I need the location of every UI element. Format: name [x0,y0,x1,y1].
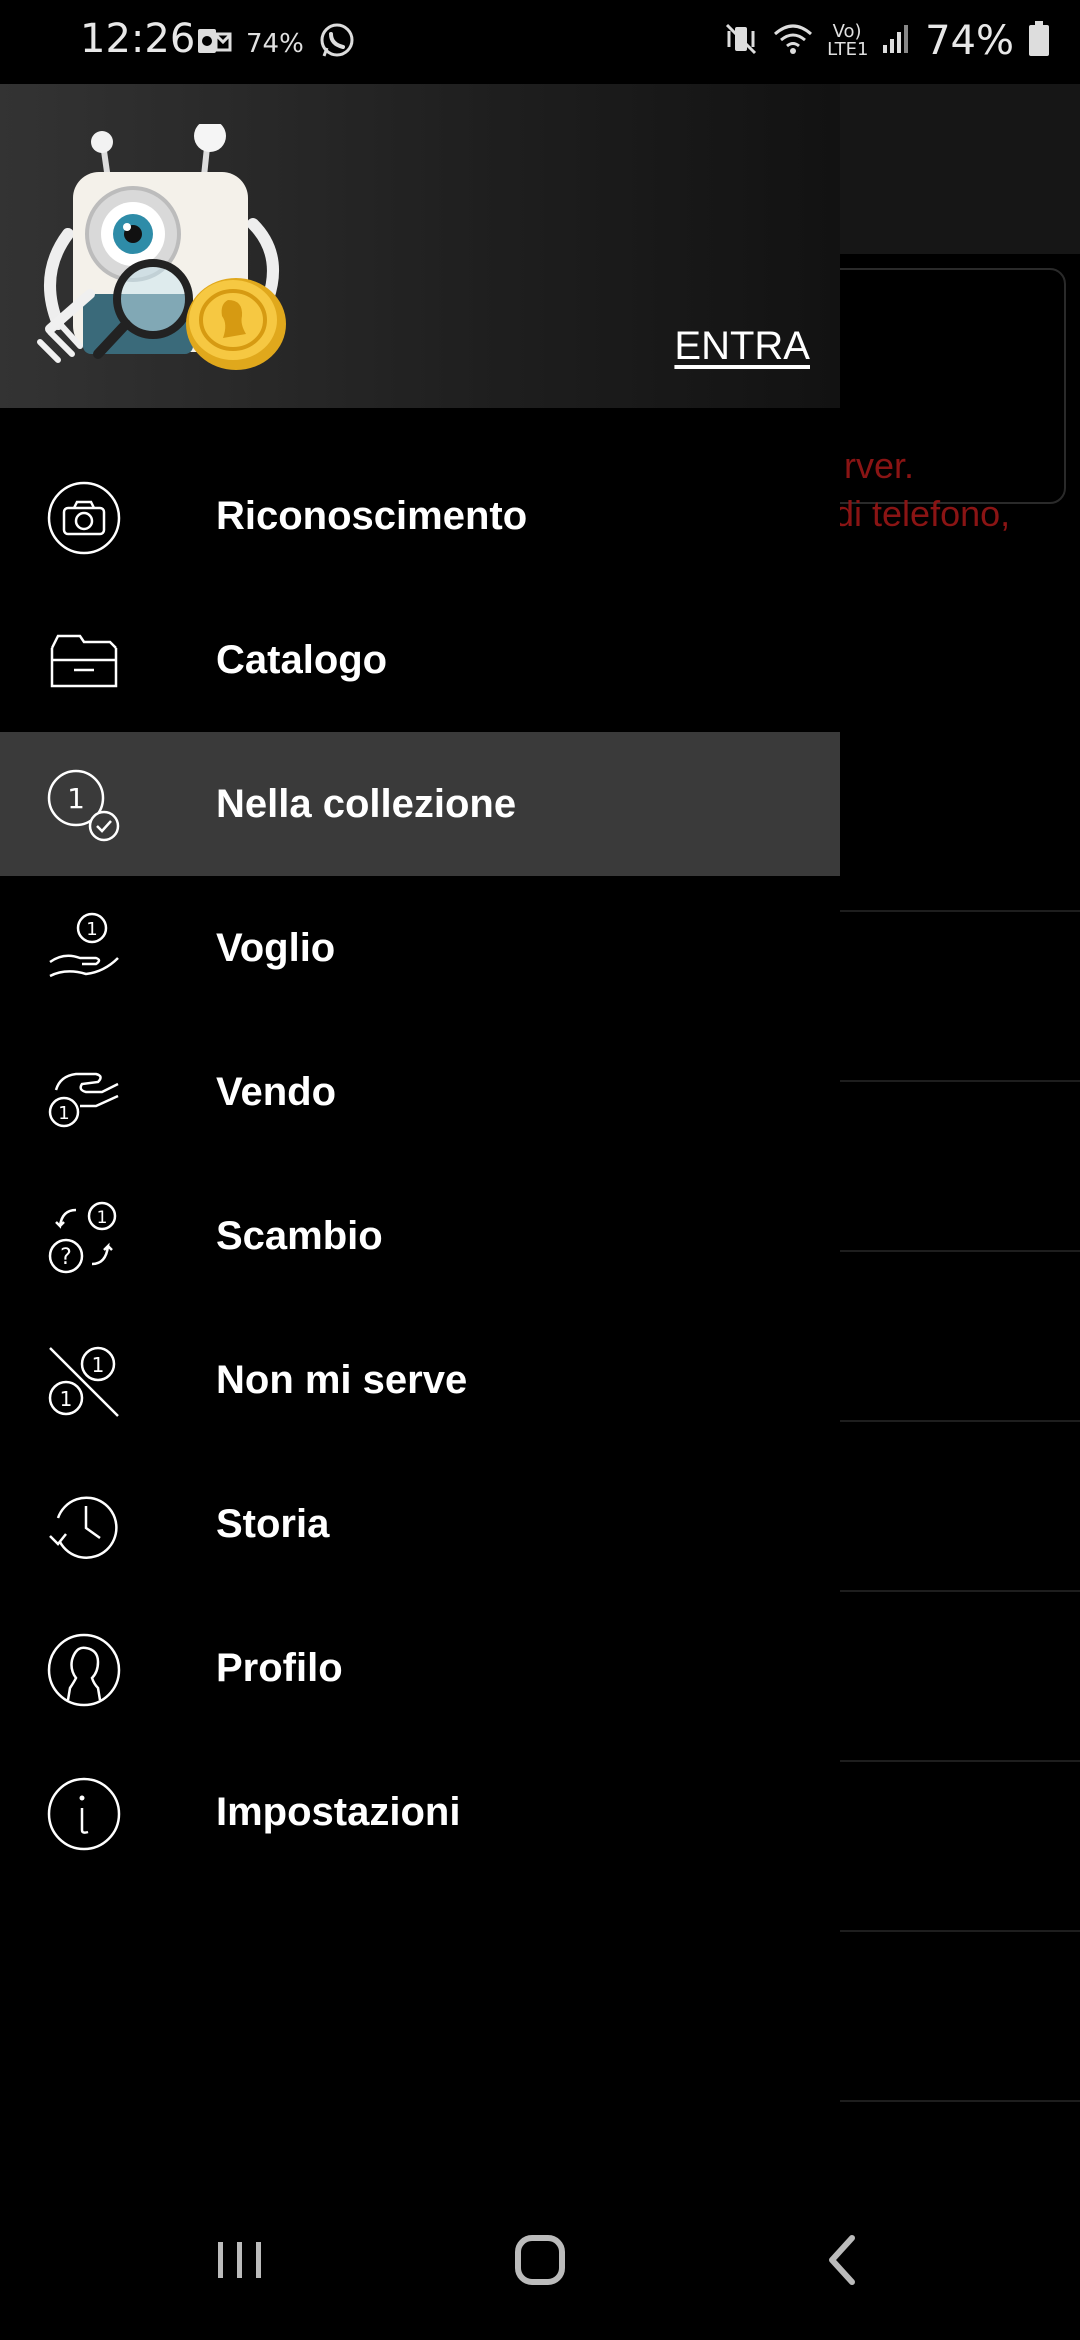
give-coin-icon: 1 [46,1056,122,1132]
battery-icon [1028,20,1050,62]
login-link[interactable]: ENTRA [674,324,810,369]
robot-coin-magnifier-logo [28,120,288,384]
navigation-drawer: ENTRA Riconoscimento Catalogo 1 Nella co… [0,84,840,2180]
signal-icon [881,23,911,60]
coin-check-icon: 1 [46,768,122,844]
menu-item-profilo[interactable]: Profilo [0,1596,840,1740]
svg-text:1: 1 [92,1353,105,1377]
hand-coin-icon: 1 [46,912,122,988]
home-icon[interactable] [500,2220,580,2300]
background-divider [838,910,1080,912]
menu-label: Catalogo [216,637,388,682]
status-bar: 12:26 74% Vo) LTE1 74% [0,0,1080,84]
info-icon [46,1776,122,1852]
vibrate-mute-icon [723,21,759,62]
history-icon [46,1488,122,1564]
drawer-header: ENTRA [0,84,840,408]
status-notifications: 74% [196,22,356,65]
status-small-battery: 74% [246,28,304,59]
whatsapp-icon [318,22,356,65]
recent-apps-icon[interactable] [200,2220,280,2300]
wifi-icon [773,22,813,61]
background-divider [838,1590,1080,1592]
background-divider [838,2100,1080,2102]
menu-item-scambio[interactable]: 1? Scambio [0,1164,840,1308]
back-icon[interactable] [804,2220,884,2300]
svg-text:?: ? [60,1245,72,1270]
svg-text:1: 1 [97,1208,108,1228]
exchange-icon: 1? [46,1200,122,1276]
menu-item-nella-collezione[interactable]: 1 Nella collezione [0,732,840,876]
menu-label: Nella collezione [216,781,517,826]
menu-label: Riconoscimento [216,493,528,538]
battery-percent: 74% [925,18,1014,64]
menu-item-voglio[interactable]: 1 Voglio [0,876,840,1020]
menu-item-catalogo[interactable]: Catalogo [0,588,840,732]
background-divider [838,1760,1080,1762]
menu-item-non-mi-serve[interactable]: 11 Non mi serve [0,1308,840,1452]
camera-icon [46,480,122,556]
menu-item-riconoscimento[interactable]: Riconoscimento [0,444,840,588]
drawer-menu: Riconoscimento Catalogo 1 Nella collezio… [0,444,840,1884]
catalog-drawer-icon [46,624,122,700]
svg-text:1: 1 [67,782,85,815]
menu-item-vendo[interactable]: 1 Vendo [0,1020,840,1164]
status-time: 12:26 [80,16,196,62]
menu-item-impostazioni[interactable]: Impostazioni [0,1740,840,1884]
profile-icon [46,1632,122,1708]
menu-label: Storia [216,1501,330,1546]
menu-label: Profilo [216,1645,343,1690]
background-divider [838,1250,1080,1252]
system-navigation-bar [0,2180,1080,2340]
menu-label: Scambio [216,1213,383,1258]
menu-label: Non mi serve [216,1357,468,1402]
background-error-text: rver. di telefono, [834,445,1011,534]
network-label: Vo) LTE1 [827,21,869,60]
menu-label: Vendo [216,1069,337,1114]
menu-label: Impostazioni [216,1789,461,1834]
background-divider [838,1080,1080,1082]
menu-label: Voglio [216,925,336,970]
coin-crossed-icon: 11 [46,1344,122,1420]
svg-text:1: 1 [86,919,97,940]
svg-text:1: 1 [58,1103,69,1124]
menu-item-storia[interactable]: Storia [0,1452,840,1596]
background-divider [838,1420,1080,1422]
status-system-icons: Vo) LTE1 74% [723,18,1050,64]
outlook-icon [196,25,232,62]
background-divider [838,1930,1080,1932]
svg-text:1: 1 [60,1387,73,1411]
